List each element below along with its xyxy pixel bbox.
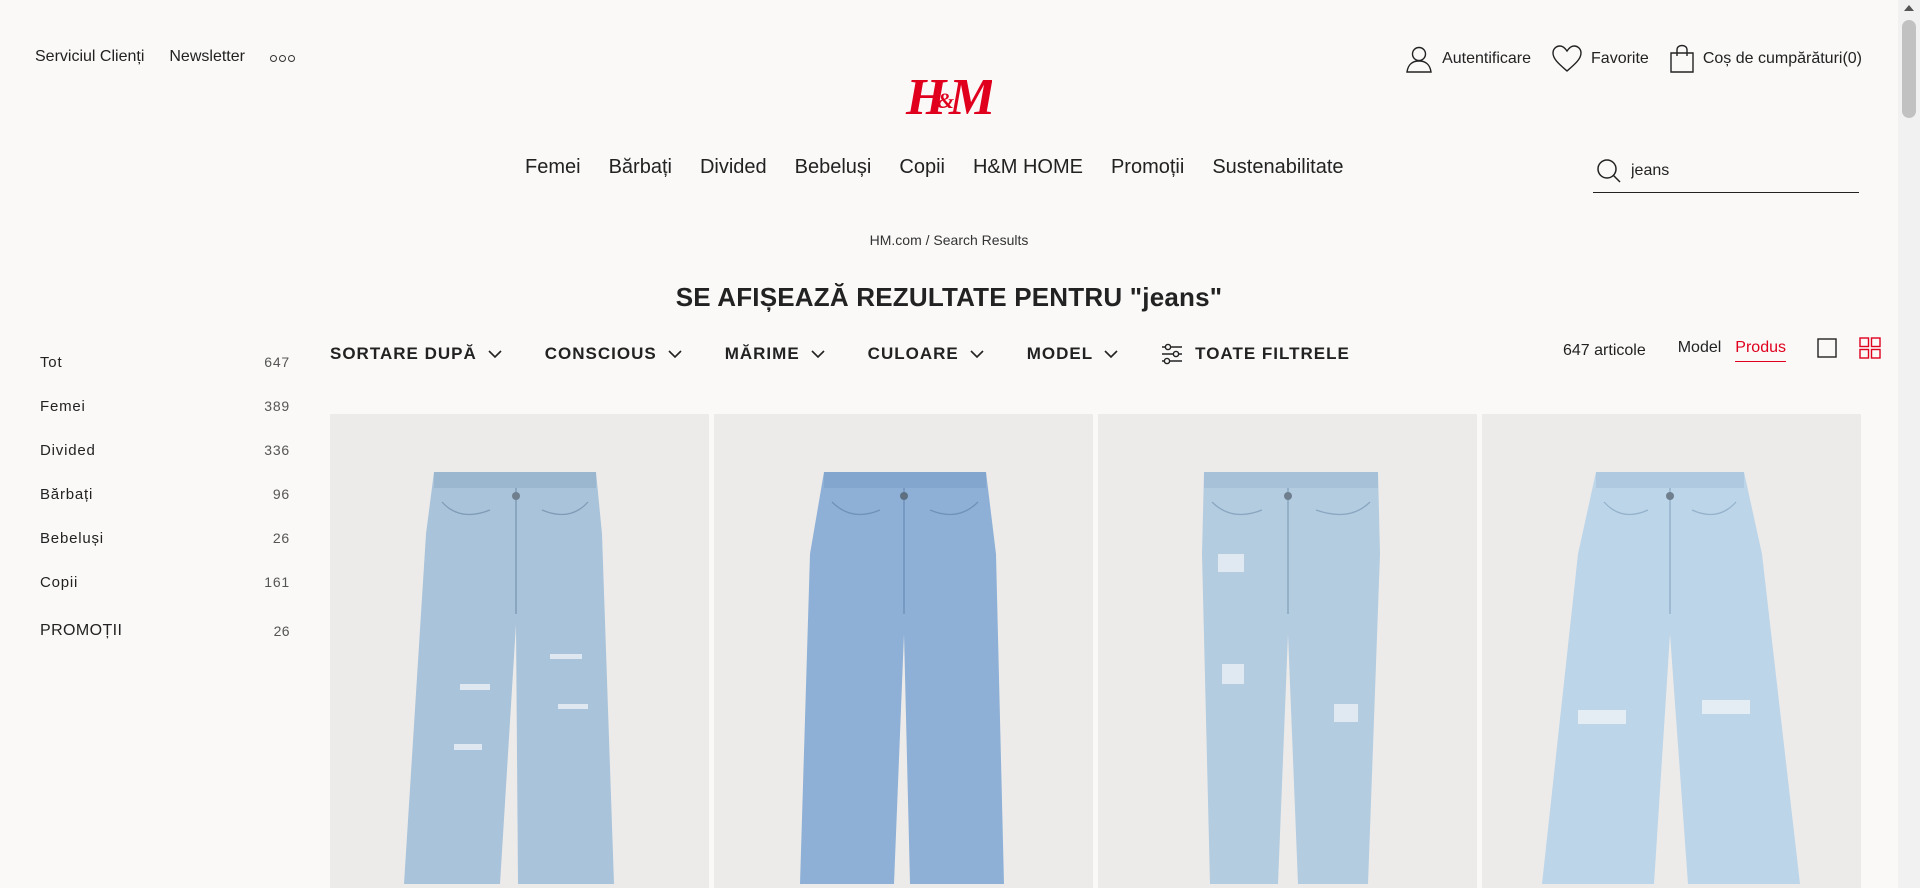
jeans-product-image bbox=[1542, 472, 1800, 884]
sidebar-item-label: Tot bbox=[40, 353, 63, 371]
filter-bar: SORTARE DUPĂ CONSCIOUS MĂRIME CULOARE MO… bbox=[330, 343, 1350, 365]
search-icon[interactable] bbox=[1595, 157, 1623, 185]
heart-icon bbox=[1552, 45, 1582, 72]
sidebar-item-bebelusi[interactable]: Bebeluși 26 bbox=[40, 516, 290, 560]
sort-dropdown[interactable]: SORTARE DUPĂ bbox=[330, 344, 503, 364]
nav-item-femei[interactable]: Femei bbox=[525, 156, 581, 179]
search-input[interactable] bbox=[1631, 162, 1851, 180]
product-grid bbox=[330, 414, 1861, 888]
sidebar-item-label: Divided bbox=[40, 441, 96, 459]
conscious-label: CONSCIOUS bbox=[544, 344, 657, 363]
all-filters-button[interactable]: TOATE FILTRELE bbox=[1161, 343, 1350, 365]
page-title: SE AFIȘEAZĂ REZULTATE PENTRU "jeans" bbox=[675, 282, 1223, 312]
sidebar-item-label: Copii bbox=[40, 573, 79, 591]
jeans-product-image bbox=[800, 472, 1004, 884]
category-sidebar: Tot 647 Femei 389 Divided 336 Bărbați 96… bbox=[40, 340, 290, 652]
nav-item-sustenabilitate[interactable]: Sustenabilitate bbox=[1212, 156, 1343, 179]
sidebar-item-count: 336 bbox=[264, 442, 290, 458]
sidebar-item-barbati[interactable]: Bărbați 96 bbox=[40, 472, 290, 516]
conscious-dropdown[interactable]: CONSCIOUS bbox=[545, 344, 683, 364]
results-controls: 647 articole Model Produs bbox=[1563, 336, 1882, 365]
customer-service-link[interactable]: Serviciul Clienți bbox=[35, 48, 144, 66]
sidebar-item-promotii[interactable]: PROMOȚII 26 bbox=[40, 604, 290, 652]
sidebar-item-count: 26 bbox=[272, 530, 290, 546]
sidebar-item-divided[interactable]: Divided 336 bbox=[40, 428, 290, 472]
image-view-toggle: Model Produs bbox=[1678, 339, 1786, 362]
page-scrollbar[interactable] bbox=[1898, 0, 1920, 888]
jeans-product-image bbox=[404, 472, 614, 884]
more-options-icon[interactable] bbox=[269, 53, 295, 62]
sidebar-item-tot[interactable]: Tot 647 bbox=[40, 340, 290, 384]
svg-text:M: M bbox=[948, 69, 992, 126]
login-label: Autentificare bbox=[1442, 50, 1532, 67]
favorites-button[interactable]: Favorite bbox=[1551, 44, 1649, 74]
nav-item-barbati[interactable]: Bărbați bbox=[609, 156, 672, 179]
scroll-up-arrow-icon[interactable] bbox=[1904, 5, 1914, 11]
size-dropdown[interactable]: MĂRIME bbox=[725, 344, 826, 364]
sidebar-item-count: 26 bbox=[273, 623, 290, 639]
search-bar bbox=[1593, 150, 1859, 193]
scrollbar-thumb[interactable] bbox=[1902, 20, 1916, 118]
four-column-grid-icon[interactable] bbox=[1858, 336, 1882, 365]
hm-logo[interactable]: H & M bbox=[904, 64, 992, 126]
breadcrumb: HM.com / Search Results bbox=[0, 232, 1898, 248]
breadcrumb-home[interactable]: HM.com bbox=[870, 232, 922, 248]
product-card[interactable] bbox=[1098, 414, 1477, 888]
breadcrumb-current: Search Results bbox=[933, 232, 1029, 248]
nav-item-copii[interactable]: Copii bbox=[899, 156, 945, 179]
grid-size-toggle bbox=[1816, 336, 1882, 365]
all-filters-label: TOATE FILTRELE bbox=[1195, 344, 1350, 363]
topbar-right: Autentificare Favorite Coș de cumpărătur… bbox=[1404, 44, 1862, 74]
model-dropdown[interactable]: MODEL bbox=[1027, 344, 1119, 364]
product-card[interactable] bbox=[330, 414, 709, 888]
results-count: 647 articole bbox=[1563, 341, 1646, 359]
chevron-down-icon bbox=[1104, 350, 1118, 359]
product-card[interactable] bbox=[714, 414, 1093, 888]
user-icon bbox=[1406, 46, 1432, 73]
chevron-down-icon bbox=[970, 350, 984, 359]
favorites-label: Favorite bbox=[1591, 50, 1649, 67]
newsletter-link[interactable]: Newsletter bbox=[169, 48, 245, 66]
nav-item-hm-home[interactable]: H&M HOME bbox=[973, 156, 1083, 179]
breadcrumb-separator: / bbox=[921, 232, 934, 248]
sidebar-item-femei[interactable]: Femei 389 bbox=[40, 384, 290, 428]
sidebar-item-label: Bărbați bbox=[40, 485, 94, 503]
view-product-button[interactable]: Produs bbox=[1735, 339, 1786, 362]
shopping-bag-icon bbox=[1670, 44, 1694, 73]
chevron-down-icon bbox=[811, 350, 825, 359]
cart-label: Coș de cumpărături(0) bbox=[1702, 50, 1862, 67]
nav-item-divided[interactable]: Divided bbox=[700, 156, 767, 179]
sidebar-item-count: 96 bbox=[272, 486, 290, 502]
sidebar-item-label: Femei bbox=[40, 397, 86, 415]
chevron-down-icon bbox=[668, 350, 682, 359]
login-button[interactable]: Autentificare bbox=[1404, 44, 1531, 74]
sidebar-item-copii[interactable]: Copii 161 bbox=[40, 560, 290, 604]
sliders-icon bbox=[1162, 343, 1183, 365]
sidebar-item-label: PROMOȚII bbox=[40, 622, 123, 639]
topbar-left: Serviciul Clienți Newsletter bbox=[35, 48, 295, 66]
nav-item-promotii[interactable]: Promoții bbox=[1111, 156, 1184, 179]
main-nav: Femei Bărbați Divided Bebeluși Copii H&M… bbox=[525, 156, 1344, 179]
view-model-button[interactable]: Model bbox=[1678, 339, 1722, 362]
sidebar-item-label: Bebeluși bbox=[40, 529, 104, 547]
color-dropdown[interactable]: CULOARE bbox=[868, 344, 985, 364]
color-label: CULOARE bbox=[867, 344, 959, 363]
sidebar-item-count: 647 bbox=[264, 354, 290, 370]
model-label: MODEL bbox=[1026, 344, 1094, 363]
chevron-down-icon bbox=[488, 350, 502, 359]
sidebar-item-count: 389 bbox=[264, 398, 290, 414]
single-column-icon[interactable] bbox=[1816, 337, 1838, 364]
sort-label: SORTARE DUPĂ bbox=[330, 344, 477, 363]
sidebar-item-count: 161 bbox=[264, 574, 290, 590]
cart-button[interactable]: Coș de cumpărături(0) bbox=[1669, 44, 1862, 74]
size-label: MĂRIME bbox=[724, 344, 800, 363]
jeans-product-image bbox=[1202, 472, 1380, 884]
nav-item-bebelusi[interactable]: Bebeluși bbox=[795, 156, 872, 179]
product-card[interactable] bbox=[1482, 414, 1861, 888]
